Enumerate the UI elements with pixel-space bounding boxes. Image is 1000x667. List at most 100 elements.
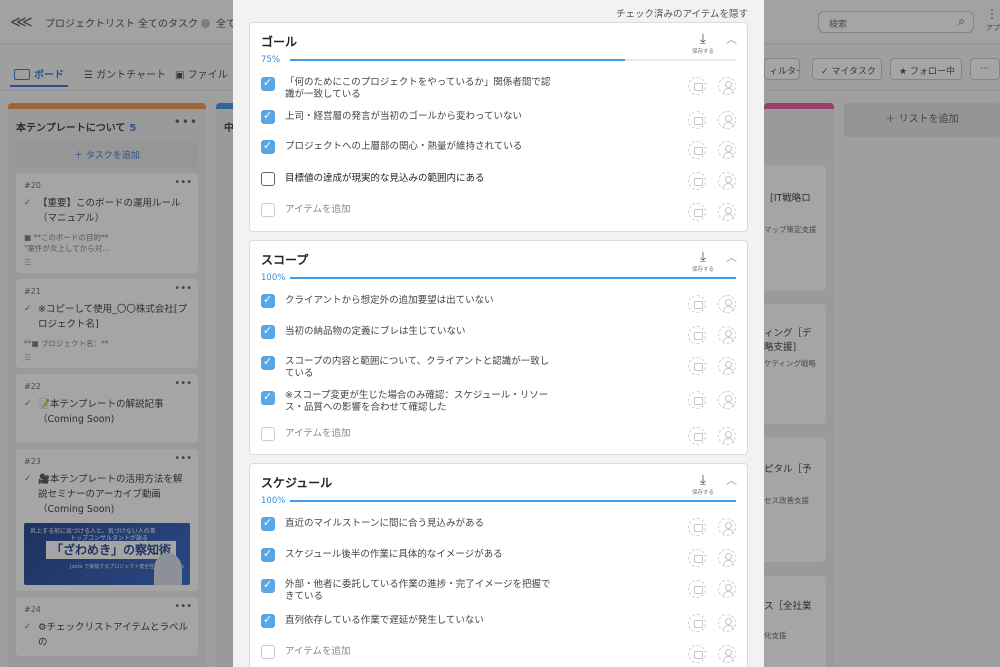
item-checkbox[interactable] [261,390,275,405]
item-checkbox[interactable] [261,109,275,124]
assignee-icon[interactable] [718,77,736,95]
assignee-icon[interactable] [718,295,736,313]
calendar-icon[interactable] [688,77,706,95]
checklist-item: クライアントから想定外の追加要望は出ていない [250,289,749,319]
item-text[interactable]: 当初の納品物の定義にブレは生じていない [285,326,555,338]
section-title: スコープ [261,253,309,267]
item-checkbox[interactable] [261,578,275,593]
item-checkbox[interactable] [261,324,275,339]
item-checkbox[interactable] [261,139,275,154]
chevron-up-icon[interactable]: ︿ [726,31,737,47]
chevron-up-icon[interactable]: ︿ [726,472,737,488]
save-label: 保存する [691,490,714,496]
download-icon: ⤓ [699,31,707,47]
assignee-icon[interactable] [718,645,736,663]
item-checkbox[interactable] [261,613,275,628]
calendar-icon[interactable] [688,357,706,375]
section-title: ゴール [261,35,298,49]
checklist-section-schedule: スケジュール ⤓ 保存する ︿ 100% 直近のマイルストーンに間に合う見込みが… [249,463,748,667]
item-text[interactable]: プロジェクトへの上層部の関心・熱量が維持されている [285,141,555,153]
item-text[interactable]: 目標値の達成が現実的な見込みの範囲内にある [285,173,555,185]
save-label: 保存する [691,267,714,273]
add-item-row: アイテムを追加 [250,197,749,227]
calendar-icon[interactable] [688,427,706,445]
download-icon: ⤓ [699,249,707,265]
save-button[interactable]: ⤓ 保存する [691,473,715,496]
add-item-checkbox [261,645,275,659]
assignee-icon[interactable] [718,357,736,375]
checklist-item: 上司・経営層の発言が当初のゴールから変わっていない [250,105,749,135]
item-text[interactable]: クライアントから想定外の追加要望は出ていない [285,295,555,307]
assignee-icon[interactable] [718,614,736,632]
assignee-icon[interactable] [718,203,736,221]
calendar-icon[interactable] [688,141,706,159]
progress-bar [290,500,736,502]
item-checkbox[interactable] [261,355,275,370]
add-item-checkbox [261,427,275,441]
add-item-row: アイテムを追加 [250,421,749,451]
download-icon: ⤓ [699,472,707,488]
calendar-icon[interactable] [688,172,706,190]
checklist-modal: チェック済みのアイテムを隠す ゴール ⤓ 保存する ︿ 75% 「何のためにこの… [233,0,764,667]
calendar-icon[interactable] [688,614,706,632]
item-checkbox[interactable] [261,172,275,186]
add-item-row: アイテムを追加 [250,641,749,667]
calendar-icon[interactable] [688,645,706,663]
assignee-icon[interactable] [718,172,736,190]
assignee-icon[interactable] [718,141,736,159]
progress-label: 100% [261,496,286,506]
assignee-icon[interactable] [718,427,736,445]
calendar-icon[interactable] [688,203,706,221]
item-text[interactable]: 「何のためにこのプロジェクトをやっているか」関係者間で認識が一致している [285,77,555,101]
item-text[interactable]: ※スコープ変更が生じた場合のみ確認：スケジュール・リソース・品質への影響を合わせ… [285,390,555,414]
checklist-item: スケジュール後半の作業に具体的なイメージがある [250,543,749,573]
checklist-item: 直近のマイルストーンに間に合う見込みがある [250,512,749,542]
checklist-item: ※スコープ変更が生じた場合のみ確認：スケジュール・リソース・品質への影響を合わせ… [250,387,749,417]
section-title: スケジュール [261,476,333,490]
item-text[interactable]: 直列依存している作業で遅延が発生していない [285,615,555,627]
save-button[interactable]: ⤓ 保存する [691,32,715,55]
add-item-input[interactable]: アイテムを追加 [285,204,555,216]
item-checkbox[interactable] [261,547,275,562]
checklist-item: スコープの内容と範囲について、クライアントと認識が一致している [250,351,749,381]
calendar-icon[interactable] [688,295,706,313]
progress-bar [290,59,736,61]
calendar-icon[interactable] [688,549,706,567]
checklist-item: 目標値の達成が現実的な見込みの範囲内にある [250,166,749,196]
calendar-icon[interactable] [688,326,706,344]
assignee-icon[interactable] [718,549,736,567]
calendar-icon[interactable] [688,391,706,409]
save-button[interactable]: ⤓ 保存する [691,250,715,273]
assignee-icon[interactable] [718,518,736,536]
item-checkbox[interactable] [261,76,275,91]
add-item-checkbox [261,203,275,217]
add-item-input[interactable]: アイテムを追加 [285,646,555,658]
hide-checked-toggle[interactable]: チェック済みのアイテムを隠す [616,6,748,20]
calendar-icon[interactable] [688,580,706,598]
checklist-item: 「何のためにこのプロジェクトをやっているか」関係者間で認識が一致している [250,69,749,101]
item-text[interactable]: 上司・経営層の発言が当初のゴールから変わっていない [285,111,555,123]
calendar-icon[interactable] [688,518,706,536]
assignee-icon[interactable] [718,326,736,344]
item-checkbox[interactable] [261,293,275,308]
assignee-icon[interactable] [718,580,736,598]
checklist-section-goal: ゴール ⤓ 保存する ︿ 75% 「何のためにこのプロジェクトをやっているか」関… [249,22,748,232]
progress-label: 75% [261,55,280,65]
progress-label: 100% [261,273,286,283]
checklist-item: 当初の納品物の定義にブレは生じていない [250,320,749,350]
checklist-item: 外部・他者に委託している作業の進捗・完了イメージを把握できている [250,574,749,604]
assignee-icon[interactable] [718,391,736,409]
item-text[interactable]: スコープの内容と範囲について、クライアントと認識が一致している [285,356,555,380]
chevron-up-icon[interactable]: ︿ [726,249,737,265]
checklist-section-scope: スコープ ⤓ 保存する ︿ 100% クライアントから想定外の追加要望は出ていな… [249,240,748,455]
add-item-input[interactable]: アイテムを追加 [285,428,555,440]
calendar-icon[interactable] [688,111,706,129]
item-text[interactable]: 直近のマイルストーンに間に合う見込みがある [285,518,555,530]
item-text[interactable]: スケジュール後半の作業に具体的なイメージがある [285,549,555,561]
checklist-item: 直列依存している作業で遅延が発生していない [250,610,749,640]
save-label: 保存する [691,49,714,55]
assignee-icon[interactable] [718,111,736,129]
item-text[interactable]: 外部・他者に委託している作業の進捗・完了イメージを把握できている [285,579,555,603]
item-checkbox[interactable] [261,516,275,531]
progress-bar [290,277,736,279]
